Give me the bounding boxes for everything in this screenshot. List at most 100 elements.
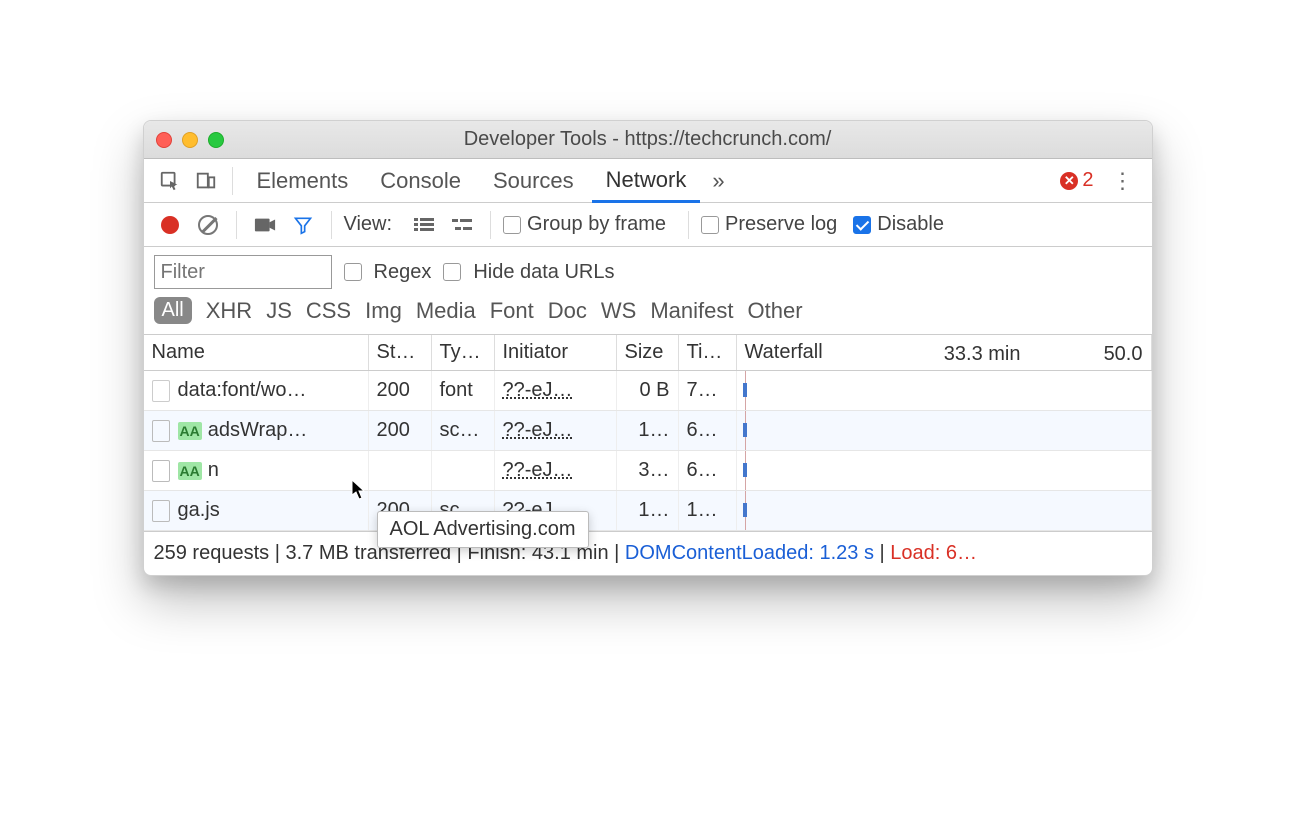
more-tabs-icon[interactable]: » — [704, 168, 732, 194]
col-status[interactable]: St… — [369, 335, 432, 370]
divider — [331, 211, 332, 239]
cell-size: 0 B — [617, 371, 679, 410]
table-row[interactable]: AAadsWrap…200sc…??-eJ…1…6… — [144, 411, 1152, 451]
tab-console[interactable]: Console — [366, 159, 475, 203]
cell-time: 6… — [679, 411, 737, 450]
filter-all[interactable]: All — [154, 297, 192, 324]
screenshot-icon[interactable] — [249, 209, 281, 241]
request-name: n — [208, 459, 219, 482]
request-name: adsWrap… — [208, 419, 308, 442]
waterfall-label: Waterfall — [745, 341, 823, 364]
tab-elements[interactable]: Elements — [243, 159, 363, 203]
regex-checkbox[interactable] — [344, 263, 362, 281]
col-waterfall[interactable]: Waterfall 33.3 min 50.0 — [737, 335, 1152, 370]
cell-time: 6… — [679, 451, 737, 490]
filter-bar: Regex Hide data URLs — [144, 247, 1152, 291]
close-button[interactable] — [156, 132, 172, 148]
tooltip: AOL Advertising.com — [377, 511, 589, 548]
filter-js[interactable]: JS — [266, 298, 292, 324]
filter-toggle-icon[interactable] — [287, 209, 319, 241]
filter-css[interactable]: CSS — [306, 298, 351, 324]
group-by-frame-label: Group by frame — [527, 213, 666, 236]
error-count[interactable]: ✕ 2 — [1060, 169, 1093, 192]
cell-status — [369, 451, 432, 490]
disable-cache-checkbox[interactable] — [853, 216, 871, 234]
cell-size: 1… — [617, 491, 679, 530]
overview-icon[interactable] — [446, 209, 478, 241]
filter-doc[interactable]: Doc — [548, 298, 587, 324]
filter-input[interactable] — [154, 255, 332, 289]
cell-initiator: ??-eJ… — [495, 411, 617, 450]
cell-name[interactable]: AA adsWrap… — [144, 411, 369, 450]
inspect-element-icon[interactable] — [154, 165, 186, 197]
cell-name[interactable]: AA n — [144, 451, 369, 490]
divider — [236, 211, 237, 239]
status-domcontentloaded: DOMContentLoaded: 1.23 s — [625, 542, 874, 564]
col-time[interactable]: Ti… — [679, 335, 737, 370]
panel-tabs: Elements Console Sources Network » ✕ 2 ⋮ — [144, 159, 1152, 203]
record-button[interactable] — [154, 209, 186, 241]
filter-other[interactable]: Other — [748, 298, 803, 324]
hide-data-urls-checkbox[interactable] — [443, 263, 461, 281]
table-header: Name St… Ty… Initiator Size Ti… Waterfal… — [144, 335, 1152, 371]
regex-label: Regex — [374, 261, 432, 284]
cell-initiator: ??-eJ… — [495, 451, 617, 490]
traffic-lights — [156, 132, 224, 148]
cell-name[interactable]: ga.js — [144, 491, 369, 530]
tab-network[interactable]: Network — [592, 159, 701, 203]
col-type[interactable]: Ty… — [432, 335, 495, 370]
tracker-badge: AA — [178, 422, 202, 440]
cell-type: sc… — [432, 411, 495, 450]
filter-xhr[interactable]: XHR — [206, 298, 252, 324]
status-requests: 259 requests — [154, 542, 270, 564]
table-row[interactable]: ga.js200sc…??-eJ…1…1… — [144, 491, 1152, 531]
cell-size: 3… — [617, 451, 679, 490]
window-title: Developer Tools - https://techcrunch.com… — [144, 128, 1152, 151]
maximize-button[interactable] — [208, 132, 224, 148]
table-body: data:font/wo…200font??-eJ…0 B7…AAadsWrap… — [144, 371, 1152, 531]
device-toggle-icon[interactable] — [190, 165, 222, 197]
error-icon: ✕ — [1060, 172, 1078, 190]
filter-img[interactable]: Img — [365, 298, 402, 324]
view-label: View: — [344, 213, 393, 236]
divider — [688, 211, 689, 239]
filter-media[interactable]: Media — [416, 298, 476, 324]
disable-cache-label: Disable — [877, 213, 944, 236]
cell-type: font — [432, 371, 495, 410]
group-by-frame-checkbox[interactable] — [503, 216, 521, 234]
settings-menu-icon[interactable]: ⋮ — [1104, 168, 1142, 194]
large-rows-icon[interactable] — [408, 209, 440, 241]
table-row[interactable]: AA n ??-eJ…3…6… — [144, 451, 1152, 491]
file-icon — [152, 420, 170, 442]
cell-waterfall — [737, 411, 1152, 450]
tracker-badge: AA — [178, 462, 202, 480]
divider — [490, 211, 491, 239]
preserve-log-checkbox[interactable] — [701, 216, 719, 234]
ruler-2: 50.0 — [1104, 343, 1143, 366]
col-initiator[interactable]: Initiator — [495, 335, 617, 370]
filter-font[interactable]: Font — [490, 298, 534, 324]
filter-ws[interactable]: WS — [601, 298, 636, 324]
cell-status: 200 — [369, 371, 432, 410]
request-name: data:font/wo… — [178, 379, 307, 402]
titlebar[interactable]: Developer Tools - https://techcrunch.com… — [144, 121, 1152, 159]
status-load: Load: 6… — [890, 542, 977, 564]
clear-button[interactable] — [192, 209, 224, 241]
error-number: 2 — [1082, 169, 1093, 192]
cell-initiator: ??-eJ… — [495, 371, 617, 410]
requests-table: Name St… Ty… Initiator Size Ti… Waterfal… — [144, 335, 1152, 531]
col-size[interactable]: Size — [617, 335, 679, 370]
tab-sources[interactable]: Sources — [479, 159, 588, 203]
request-name: ga.js — [178, 499, 220, 522]
cell-size: 1… — [617, 411, 679, 450]
cell-time: 7… — [679, 371, 737, 410]
type-filter-bar: All XHR JS CSS Img Media Font Doc WS Man… — [144, 291, 1152, 335]
cell-name[interactable]: data:font/wo… — [144, 371, 369, 410]
minimize-button[interactable] — [182, 132, 198, 148]
preserve-log-label: Preserve log — [725, 213, 837, 236]
filter-manifest[interactable]: Manifest — [650, 298, 733, 324]
file-icon — [152, 460, 170, 482]
table-row[interactable]: data:font/wo… 200font??-eJ…0 B7… — [144, 371, 1152, 411]
network-toolbar: View: Group by frame Preserve log Disabl… — [144, 203, 1152, 247]
col-name[interactable]: Name — [144, 335, 369, 370]
